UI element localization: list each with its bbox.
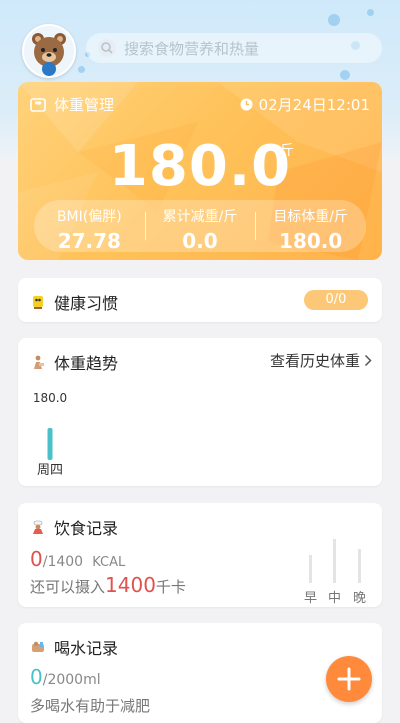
weight-trend-card[interactable]: 体重趋势 查看历史体重 180.0 周四 <box>18 338 382 486</box>
diet-title-text: 饮食记录 <box>54 519 119 538</box>
meal-bar-lunch[interactable]: 中 <box>328 535 342 606</box>
target-label: 目标体重/斤 <box>273 209 349 225</box>
weight-unit: 斤 <box>280 143 294 159</box>
search-bar[interactable]: 搜索食物营养和热量 <box>86 33 382 63</box>
target-stat: 目标体重/斤 180.0 <box>255 200 366 253</box>
dinner-label: 晚 <box>353 591 367 606</box>
lunch-label: 中 <box>328 591 342 606</box>
calorie-remaining: 还可以摄入1400千卡 <box>30 573 186 597</box>
view-history-link[interactable]: 查看历史体重 <box>270 350 372 371</box>
trend-title: 体重趋势 <box>30 350 118 374</box>
sponge-icon <box>33 296 43 309</box>
remain-prefix: 还可以摄入 <box>30 578 106 596</box>
weight-title: 体重管理 <box>54 96 115 114</box>
current-weight: 180.0 <box>108 134 292 199</box>
decor-bubble <box>340 70 350 80</box>
water-title: 喝水记录 <box>30 635 118 659</box>
water-tip: 多喝水有助于减肥 <box>30 697 151 715</box>
habits-title: 健康习惯 <box>30 290 118 314</box>
search-placeholder: 搜索食物营养和热量 <box>124 39 260 58</box>
bmi-stat: BMI(偏胖) 27.78 <box>34 200 145 253</box>
diet-title: 饮食记录 <box>30 515 118 539</box>
lunch-bar <box>332 539 336 583</box>
breakfast-bar <box>308 555 312 583</box>
habits-title-text: 健康习惯 <box>54 294 119 313</box>
clock-icon <box>240 98 253 111</box>
lost-label: 累计减重/斤 <box>162 209 238 225</box>
remain-unit: 千卡 <box>155 578 186 596</box>
meal-bar-breakfast[interactable]: 早 <box>304 551 318 606</box>
target-value: 180.0 <box>279 229 343 253</box>
search-icon <box>98 39 116 57</box>
water-progress: 0/2000ml <box>30 665 101 689</box>
view-history-text: 查看历史体重 <box>269 352 360 370</box>
trend-data-label: 180.0 <box>33 391 67 405</box>
calorie-progress: 0/1400 KCAL <box>30 547 125 571</box>
healthy-habits-card[interactable]: 健康习惯 0/0 <box>18 278 382 322</box>
lost-value: 0.0 <box>182 229 218 253</box>
water-title-text: 喝水记录 <box>54 639 119 658</box>
weight-stats: BMI(偏胖) 27.78 累计减重/斤 0.0 目标体重/斤 180.0 <box>34 200 366 253</box>
plus-icon <box>337 667 361 691</box>
add-button[interactable] <box>326 656 372 702</box>
trend-day-label: 周四 <box>37 463 63 478</box>
breakfast-label: 早 <box>304 591 318 606</box>
bmi-value: 27.78 <box>57 229 121 253</box>
trend-person-icon <box>34 355 44 369</box>
water-icon <box>32 641 44 652</box>
dinner-bar <box>357 549 361 583</box>
decor-bubble <box>78 66 85 73</box>
habits-progress-badge: 0/0 <box>304 290 368 310</box>
bmi-label: BMI(偏胖) <box>56 209 122 225</box>
weight-trend-chart: 180.0 周四 <box>33 391 67 478</box>
bear-avatar-icon <box>32 33 66 76</box>
remain-value: 1400 <box>105 573 156 597</box>
weight-management-card[interactable]: 体重管理 02月24日12:01 180.0 斤 BMI(偏胖) 27.78 累… <box>18 82 382 260</box>
weight-time-text: 02月24日12:01 <box>258 96 370 114</box>
chef-icon <box>33 520 43 534</box>
decor-bubble <box>367 9 374 16</box>
decor-bubble <box>328 14 340 26</box>
scale-icon <box>30 97 46 112</box>
avatar[interactable] <box>22 24 76 78</box>
weight-time: 02月24日12:01 <box>240 94 370 115</box>
lost-stat: 累计减重/斤 0.0 <box>144 200 256 253</box>
meal-bar-dinner[interactable]: 晚 <box>353 545 367 606</box>
trend-title-text: 体重趋势 <box>54 354 119 373</box>
calories-eaten: 0 <box>30 547 43 571</box>
diet-record-card[interactable]: 饮食记录 0/1400 KCAL 还可以摄入1400千卡 早 中 晚 <box>18 503 382 607</box>
calories-target: /1400 <box>42 554 84 570</box>
weight-card-title: 体重管理 <box>30 94 114 115</box>
chevron-right-icon <box>364 354 372 367</box>
water-target: /2000ml <box>42 672 101 688</box>
water-drunk: 0 <box>30 665 43 689</box>
calories-unit: KCAL <box>92 555 126 570</box>
trend-bar <box>47 428 53 460</box>
